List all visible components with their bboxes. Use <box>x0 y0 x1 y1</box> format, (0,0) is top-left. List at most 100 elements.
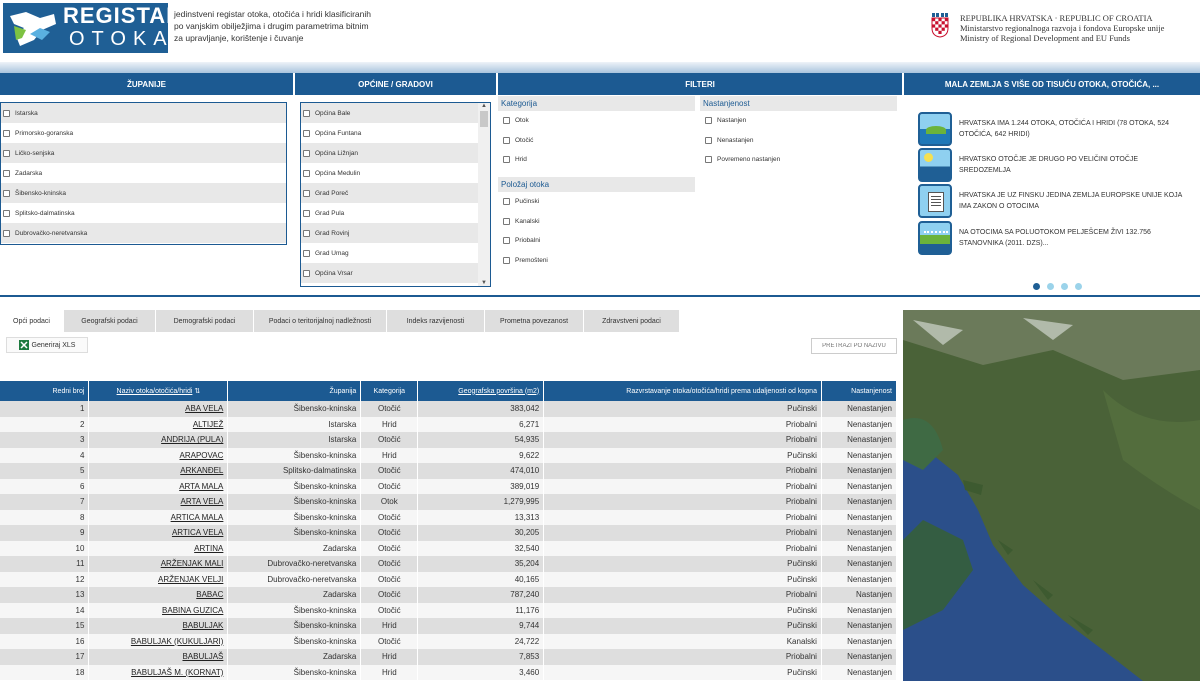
island-name-link[interactable]: ARTICA MALA <box>171 513 224 522</box>
table-row[interactable]: 12 ARŽENJAK VELJI Dubrovačko-neretvanska Ot… <box>0 571 898 587</box>
zupanija-option[interactable]: Dubrovačko-neretvanska <box>1 223 286 243</box>
tab-opci-podaci[interactable]: Opći podaci <box>0 310 64 332</box>
checkbox[interactable] <box>3 189 10 197</box>
opcina-option[interactable]: Općina Medulin <box>301 163 478 183</box>
checkbox[interactable] <box>3 109 10 117</box>
island-name-link[interactable]: ARKANĐEL <box>180 466 223 475</box>
island-name-link[interactable]: ANDRIJA (PULA) <box>161 435 223 444</box>
island-name-link[interactable]: ARŽENJAK MALI <box>161 559 224 568</box>
island-name-link[interactable]: BABINA GUZICA <box>162 606 223 615</box>
table-row[interactable]: 6 ARTA MALA Šibensko-kninska Otočić 389,019 P… <box>0 478 898 494</box>
checkbox[interactable] <box>303 149 310 157</box>
table-row[interactable]: 5 ARKANĐEL Splitsko-dalmatinska Otočić 474,0… <box>0 463 898 479</box>
tab-teritorijalna-nadleznost[interactable]: Podaci o teritorijalnoj nadležnosti <box>254 310 387 332</box>
croatia-coat-of-arms-icon[interactable] <box>931 12 949 38</box>
carousel-dot[interactable] <box>1075 283 1082 290</box>
carousel-dot[interactable] <box>1061 283 1068 290</box>
opcina-option[interactable]: Grad Pula <box>301 203 478 223</box>
checkbox[interactable] <box>303 169 310 177</box>
checkbox[interactable] <box>503 198 510 206</box>
scroll-down-icon[interactable]: ▼ <box>478 280 490 286</box>
filter-option[interactable]: Otočić <box>498 131 695 151</box>
checkbox[interactable] <box>303 109 310 117</box>
table-row[interactable]: 17 BABULJAŠ Zadarska Hrid 7,853 Priobalni Nena… <box>0 649 898 665</box>
col-header-povrsina[interactable]: Geografska površina (m2) <box>417 381 545 401</box>
island-name-link[interactable]: ARTA VELA <box>181 497 224 506</box>
island-name-link[interactable]: BABULJAK <box>182 621 223 630</box>
table-row[interactable]: 15 BABULJAK Šibensko-kninska Hrid 9,744 Pučin… <box>0 618 898 634</box>
checkbox[interactable] <box>303 129 310 137</box>
table-row[interactable]: 11 ARŽENJAK MALI Dubrovačko-neretvanska Oto… <box>0 556 898 572</box>
table-row[interactable]: 9 ARTICA VELA Šibensko-kninska Otočić 30,205… <box>0 525 898 541</box>
col-header-naziv-label[interactable]: Naziv otoka/otočića/hridi <box>117 388 193 395</box>
tab-indeks-razvijenosti[interactable]: Indeks razvijenosti <box>387 310 485 332</box>
table-row[interactable]: 14 BABINA GUZICA Šibensko-kninska Otočić 11,… <box>0 602 898 618</box>
scrollbar-thumb[interactable] <box>480 111 488 127</box>
zupanija-option[interactable]: Zadarska <box>1 163 286 183</box>
opcina-option[interactable]: Općina Ližnjan <box>301 143 478 163</box>
zupanija-option[interactable]: Istarska <box>1 103 286 123</box>
checkbox[interactable] <box>303 249 310 257</box>
checkbox[interactable] <box>705 117 712 125</box>
island-name-link[interactable]: ARTA MALA <box>179 482 223 491</box>
filter-option[interactable]: Povremeno nastanjen <box>700 150 897 170</box>
scroll-up-icon[interactable]: ▲ <box>478 103 490 109</box>
news-item[interactable]: HRVATSKA IMA 1.244 OTOKA, OTOČIĆA I HRID… <box>918 112 1189 146</box>
table-row[interactable]: 18 BABULJAŠ M. (KORNAT) Šibensko-kninska Hr… <box>0 664 898 680</box>
checkbox[interactable] <box>3 129 10 137</box>
filter-option[interactable]: Nastanjen <box>700 111 897 131</box>
opcina-option[interactable]: Općina Funtana <box>301 123 478 143</box>
checkbox[interactable] <box>303 269 310 277</box>
island-name-link[interactable]: BABULJAK (KUKULJARI) <box>131 637 223 646</box>
island-name-link[interactable]: ARTICA VELA <box>172 528 223 537</box>
checkbox[interactable] <box>303 209 310 217</box>
news-item[interactable]: NA OTOCIMA SA POLUOTOKOM PELJEŠCEM ŽIVI … <box>918 221 1189 255</box>
checkbox[interactable] <box>3 169 10 177</box>
sort-icon[interactable]: ⇅ <box>194 388 200 395</box>
opcina-option[interactable]: Općina Bale <box>301 103 478 123</box>
opcine-scrollbar[interactable]: ▲ ▼ <box>478 103 490 286</box>
table-row[interactable]: 10 ARTINA Zadarska Otočić 32,540 Priobalni Nen… <box>0 540 898 556</box>
table-row[interactable]: 4 ARAPOVAC Šibensko-kninska Hrid 9,622 Pučins… <box>0 447 898 463</box>
tab-prometna-povezanost[interactable]: Prometna povezanost <box>485 310 584 332</box>
table-row[interactable]: 1 ABA VELA Šibensko-kninska Otočić 383,042 Pu… <box>0 401 898 417</box>
checkbox[interactable] <box>3 149 10 157</box>
island-name-link[interactable]: BABULJAŠ M. (KORNAT) <box>131 668 223 677</box>
satellite-map[interactable] <box>903 310 1200 681</box>
opcina-option[interactable]: Općina Vrsar <box>301 263 478 283</box>
opcina-option[interactable]: Grad Poreč <box>301 183 478 203</box>
opcina-option[interactable]: Grad Umag <box>301 243 478 263</box>
table-row[interactable]: 16 BABULJAK (KUKULJARI) Šibensko-kninska Ot… <box>0 633 898 649</box>
checkbox[interactable] <box>503 217 510 225</box>
zupanija-option[interactable]: Šibensko-kninska <box>1 183 286 203</box>
island-name-link[interactable]: BABULJAŠ <box>182 652 223 661</box>
filter-option[interactable]: Premošteni <box>498 251 695 271</box>
filter-option[interactable]: Priobalni <box>498 231 695 251</box>
checkbox[interactable] <box>303 229 310 237</box>
filter-option[interactable]: Kanalski <box>498 212 695 232</box>
tab-geografski-podaci[interactable]: Geografski podaci <box>64 310 156 332</box>
island-name-link[interactable]: ARŽENJAK VELJI <box>158 575 223 584</box>
registar-otoka-logo[interactable]: REGISTAR OTOKA <box>3 3 182 53</box>
island-name-link[interactable]: BABAC <box>196 590 223 599</box>
carousel-dot[interactable] <box>1033 283 1040 290</box>
table-row[interactable]: 3 ANDRIJA (PULA) Istarska Otočić 54,935 Priob… <box>0 432 898 448</box>
zupanija-option[interactable]: Splitsko-dalmatinska <box>1 203 286 223</box>
checkbox[interactable] <box>705 136 712 144</box>
news-item[interactable]: HRVATSKA JE UZ FINSKU JEDINA ZEMLJA EURO… <box>918 184 1189 218</box>
table-row[interactable]: 7 ARTA VELA Šibensko-kninska Otok 1,279,995 P… <box>0 494 898 510</box>
checkbox[interactable] <box>503 156 510 164</box>
checkbox[interactable] <box>303 189 310 197</box>
checkbox[interactable] <box>705 156 712 164</box>
checkbox[interactable] <box>503 256 510 264</box>
generate-xls-button[interactable]: Generiraj XLS <box>6 337 88 353</box>
filter-option[interactable]: Otok <box>498 111 695 131</box>
checkbox[interactable] <box>3 209 10 217</box>
filter-option[interactable]: Pučinski <box>498 192 695 212</box>
island-name-link[interactable]: ARAPOVAC <box>180 451 224 460</box>
tab-zdravstveni-podaci[interactable]: Zdravstveni podaci <box>584 310 680 332</box>
checkbox[interactable] <box>3 229 10 237</box>
carousel-dot[interactable] <box>1047 283 1054 290</box>
search-input[interactable] <box>811 338 897 354</box>
checkbox[interactable] <box>503 237 510 245</box>
